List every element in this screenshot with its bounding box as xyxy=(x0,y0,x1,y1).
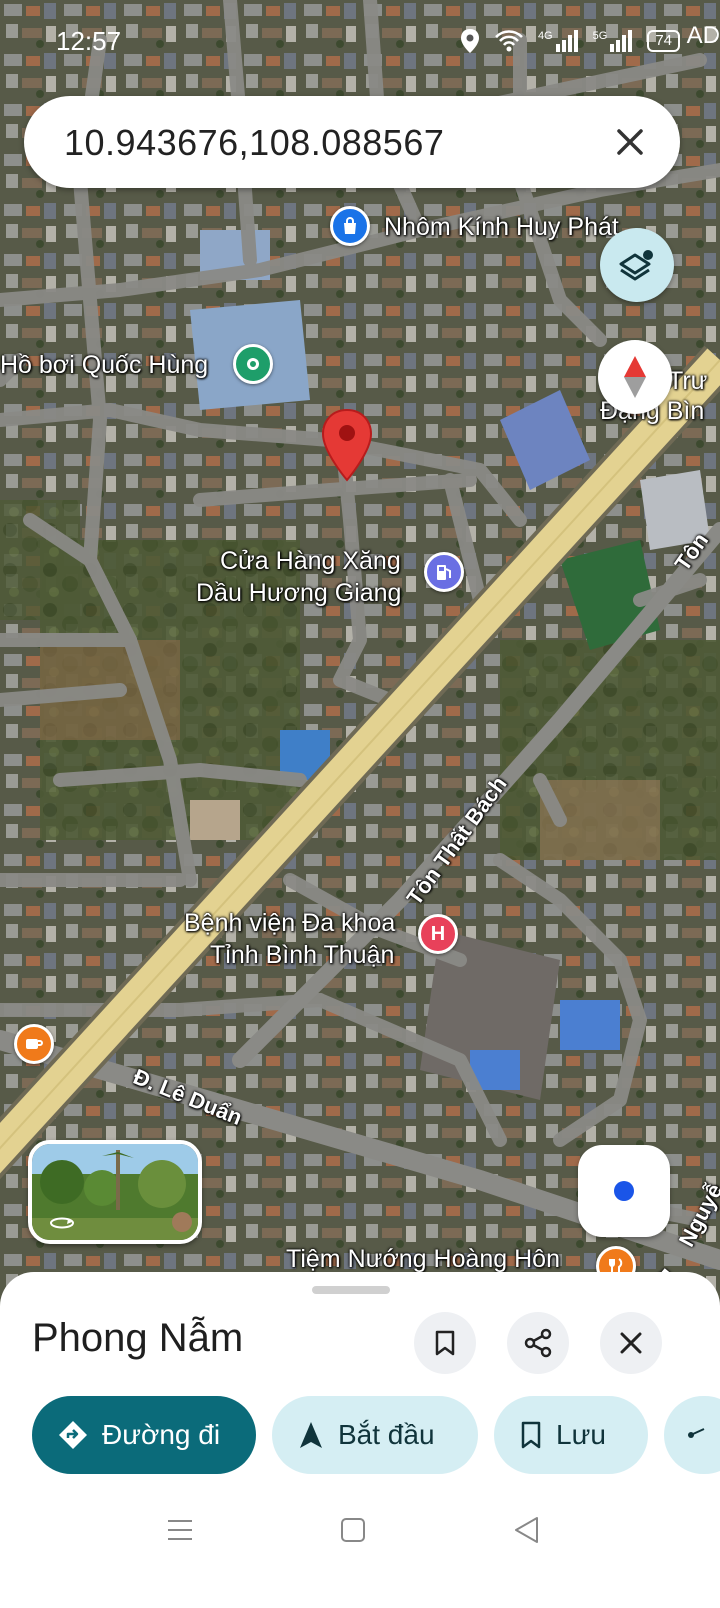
system-navigation-bar xyxy=(0,1490,720,1608)
navigation-arrow-icon xyxy=(300,1422,322,1448)
more-actions-chip[interactable] xyxy=(664,1396,720,1474)
status-extra: AD xyxy=(686,22,720,49)
share-icon xyxy=(524,1328,552,1358)
location-pin-icon[interactable] xyxy=(320,408,374,482)
poi-label-truong-1[interactable]: Trư xyxy=(668,366,707,396)
signal-4g-icon: 4G xyxy=(538,30,579,52)
status-bar: 12:57 4G 5G 74 AD xyxy=(0,22,720,62)
directions-icon xyxy=(59,1421,87,1449)
gas-station-icon[interactable] xyxy=(424,552,464,592)
search-bar[interactable]: 10.943676,108.088567 xyxy=(24,96,680,188)
bookmark-icon xyxy=(435,1330,455,1356)
poi-label-tiem-nuong[interactable]: Tiệm Nướng Hoàng Hôn xyxy=(286,1244,560,1274)
street-view-thumbnail[interactable] xyxy=(28,1140,202,1244)
shopping-bag-icon[interactable] xyxy=(330,206,370,246)
start-label: Bắt đầu xyxy=(338,1419,435,1450)
compass-button[interactable] xyxy=(598,340,672,414)
my-location-button[interactable] xyxy=(578,1145,670,1237)
poi-label-xang-1[interactable]: Cửa Hàng Xăng xyxy=(220,546,401,576)
location-status-icon xyxy=(460,29,479,53)
back-button[interactable] xyxy=(506,1510,546,1550)
my-location-icon xyxy=(611,1178,637,1204)
wifi-icon xyxy=(495,30,523,52)
bookmark-icon xyxy=(521,1421,541,1449)
save-label: Lưu xyxy=(556,1419,606,1450)
directions-button[interactable]: Đường đi xyxy=(32,1396,256,1474)
share-icon xyxy=(688,1428,705,1438)
back-triangle-icon xyxy=(515,1517,538,1543)
hospital-icon[interactable]: H xyxy=(418,914,458,954)
close-icon xyxy=(620,1332,642,1354)
poi-label-benh-vien-2[interactable]: Tỉnh Bình Thuận xyxy=(210,940,394,970)
clear-search-button[interactable] xyxy=(604,116,656,168)
save-button[interactable]: Lưu xyxy=(494,1396,648,1474)
place-title: Phong Nẫm xyxy=(32,1316,244,1360)
drag-handle[interactable] xyxy=(312,1286,390,1294)
poi-label-ho-boi[interactable]: Hồ bơi Quốc Hùng xyxy=(0,350,208,380)
battery-level: 74 xyxy=(655,32,672,49)
directions-label: Đường đi xyxy=(102,1419,221,1450)
status-icons: 4G 5G 74 xyxy=(460,28,680,54)
network-2-label: 5G xyxy=(592,30,608,42)
park-icon[interactable] xyxy=(233,344,273,384)
signal-5g-icon: 5G xyxy=(593,30,634,52)
menu-icon xyxy=(168,1520,192,1540)
close-icon xyxy=(617,129,643,155)
battery-icon: 74 xyxy=(647,30,680,52)
poi-label-nhom-kinh[interactable]: Nhôm Kính Huy Phát xyxy=(384,212,619,242)
home-button[interactable] xyxy=(333,1510,373,1550)
home-square-icon xyxy=(341,1518,365,1542)
poi-label-benh-vien-1[interactable]: Bệnh viện Đa khoa xyxy=(184,908,395,938)
hospital-letter: H xyxy=(430,922,446,945)
close-sheet-button[interactable] xyxy=(600,1312,662,1374)
compass-icon xyxy=(624,356,646,398)
start-navigation-button[interactable]: Bắt đầu xyxy=(272,1396,478,1474)
share-button[interactable] xyxy=(507,1312,569,1374)
status-time: 12:57 xyxy=(56,26,122,56)
search-input[interactable]: 10.943676,108.088567 xyxy=(64,122,444,164)
poi-label-xang-2[interactable]: Dầu Hương Giang xyxy=(196,578,401,608)
layers-button[interactable] xyxy=(600,228,674,302)
network-1-label: 4G xyxy=(537,30,553,42)
rotate-360-icon xyxy=(50,1217,74,1229)
layers-icon xyxy=(619,250,653,281)
coffee-icon[interactable] xyxy=(14,1024,54,1064)
bookmark-button[interactable] xyxy=(414,1312,476,1374)
recent-apps-button[interactable] xyxy=(160,1510,200,1550)
